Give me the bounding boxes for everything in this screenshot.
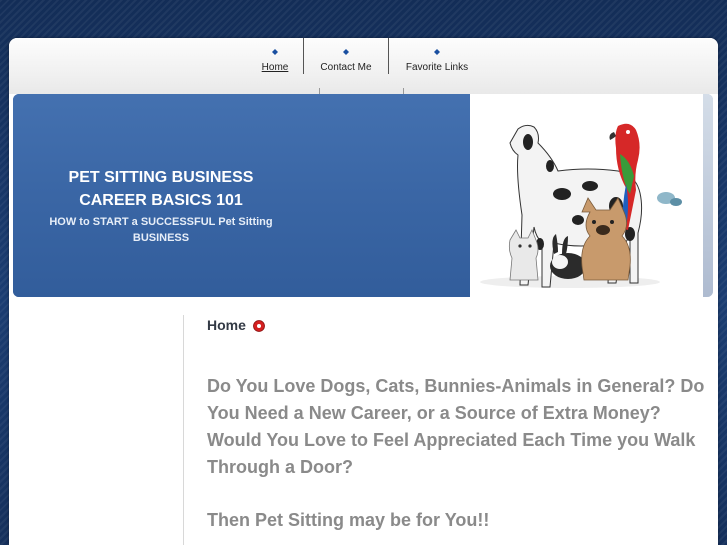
sidebar-divider: [183, 315, 184, 545]
diamond-bullet-icon: [343, 49, 349, 55]
nav-item-home[interactable]: Home: [247, 38, 303, 74]
pets-photo: [470, 94, 713, 297]
rss-icon[interactable]: [253, 319, 265, 332]
breadcrumb: Home: [207, 317, 265, 333]
page-container: Home Contact Me Favorite Links PET SITTI…: [9, 38, 718, 545]
top-nav-bar: Home Contact Me Favorite Links: [9, 38, 718, 94]
header-banner: PET SITTING BUSINESS CAREER BASICS 101 H…: [13, 94, 713, 297]
intro-paragraph: Do You Love Dogs, Cats, Bunnies-Animals …: [207, 376, 705, 477]
site-subtitle: HOW to START a SUCCESSFUL Pet Sitting BU…: [49, 216, 273, 244]
diamond-bullet-icon: [272, 49, 278, 55]
main-content: Do You Love Dogs, Cats, Bunnies-Animals …: [207, 373, 707, 534]
nav-label-favorite-links: Favorite Links: [405, 62, 469, 73]
nav-item-favorite-links[interactable]: Favorite Links: [389, 38, 485, 74]
site-title: PET SITTING BUSINESS CAREER BASICS 101: [68, 169, 254, 209]
budgie-image: [657, 192, 682, 206]
site-title-block: PET SITTING BUSINESS CAREER BASICS 101 H…: [33, 166, 289, 246]
banner-title-area: PET SITTING BUSINESS CAREER BASICS 101 H…: [13, 94, 470, 297]
page-title: Home: [207, 317, 246, 333]
french-bulldog-image: [581, 197, 631, 281]
pets-illustration: [480, 123, 682, 288]
banner-edge: [703, 94, 713, 297]
main-nav: Home Contact Me Favorite Links: [247, 38, 485, 74]
nav-label-contact: Contact Me: [320, 62, 372, 73]
diamond-bullet-icon: [434, 49, 440, 55]
callout-paragraph: Then Pet Sitting may be for You!!: [207, 510, 490, 530]
nav-label-home: Home: [261, 62, 289, 73]
nav-item-contact[interactable]: Contact Me: [304, 38, 388, 74]
